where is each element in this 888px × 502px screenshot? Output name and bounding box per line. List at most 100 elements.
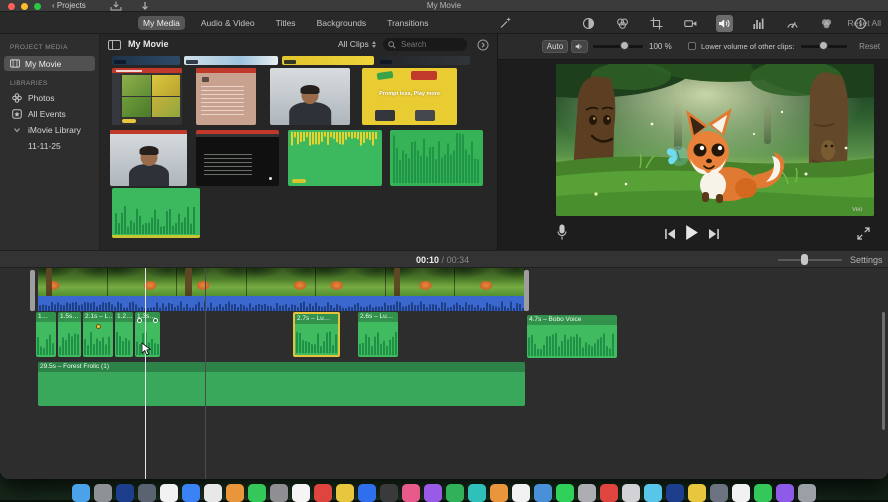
volume-icon[interactable] bbox=[716, 14, 733, 32]
dock-app-icon-30[interactable] bbox=[710, 484, 728, 502]
media-thumbnail-fox-collage[interactable] bbox=[112, 68, 182, 125]
speed-icon[interactable] bbox=[784, 15, 801, 32]
timeline-audio-clip[interactable]: 4.7s – Bobo Voice bbox=[527, 315, 617, 358]
dock-app-icon-4[interactable] bbox=[138, 484, 156, 502]
dock-app-icon-14[interactable] bbox=[358, 484, 376, 502]
media-thumbnail-man2[interactable] bbox=[110, 130, 187, 186]
color-correction-icon[interactable] bbox=[614, 15, 631, 32]
lower-volume-checkbox[interactable] bbox=[688, 42, 696, 50]
crop-icon[interactable] bbox=[648, 15, 665, 32]
sidebar-item-photos[interactable]: Photos bbox=[0, 90, 99, 106]
dock-app-icon-34[interactable] bbox=[798, 484, 816, 502]
dock-app-icon-33[interactable] bbox=[776, 484, 794, 502]
tab-my-media[interactable]: My Media bbox=[138, 16, 185, 30]
reset-button[interactable]: Reset bbox=[859, 42, 880, 51]
dock-app-icon-1[interactable] bbox=[72, 484, 90, 502]
skip-forward-icon[interactable] bbox=[708, 228, 720, 240]
volume-slider[interactable] bbox=[593, 45, 643, 48]
settings-button[interactable]: Settings bbox=[850, 255, 883, 265]
tab-transitions[interactable]: Transitions bbox=[382, 16, 433, 30]
timeline-audio-clip[interactable]: 1.2… bbox=[115, 312, 133, 357]
timeline-audio-clip[interactable]: 2.6s – Lu… bbox=[358, 312, 398, 357]
timeline-audio-clip[interactable]: 1… bbox=[36, 312, 56, 357]
collapse-browser-icon[interactable] bbox=[477, 39, 489, 51]
color-balance-icon[interactable] bbox=[580, 15, 597, 32]
media-thumbnail-wave-top[interactable] bbox=[288, 130, 382, 186]
dock-app-icon-28[interactable] bbox=[666, 484, 684, 502]
dock-app-icon-19[interactable] bbox=[468, 484, 486, 502]
media-thumbnail-doc[interactable] bbox=[196, 68, 256, 125]
dock-app-icon-3[interactable] bbox=[116, 484, 134, 502]
dock-app-icon-10[interactable] bbox=[270, 484, 288, 502]
clip-filter-dropdown[interactable]: All Clips bbox=[338, 39, 376, 49]
dock-app-icon-11[interactable] bbox=[292, 484, 310, 502]
search-input[interactable] bbox=[399, 39, 462, 50]
auto-volume-button[interactable]: Auto bbox=[542, 40, 568, 53]
play-button[interactable] bbox=[683, 224, 700, 241]
timeline-zoom-slider[interactable] bbox=[778, 259, 842, 261]
timeline-zoom-knob[interactable] bbox=[801, 254, 808, 265]
dock-app-icon-12[interactable] bbox=[314, 484, 332, 502]
dock-app-icon-27[interactable] bbox=[644, 484, 662, 502]
media-thumbnail-man[interactable] bbox=[270, 68, 350, 125]
dock-app-icon-21[interactable] bbox=[512, 484, 530, 502]
stabilization-icon[interactable] bbox=[682, 15, 699, 32]
fullscreen-icon[interactable] bbox=[857, 227, 870, 240]
skip-back-icon[interactable] bbox=[664, 228, 676, 240]
media-thumbnail-wave-full[interactable] bbox=[390, 130, 483, 186]
tab-audio-video[interactable]: Audio & Video bbox=[196, 16, 260, 30]
timeline-audio-clip[interactable]: 1.5s… bbox=[58, 312, 81, 357]
timeline-music-clip[interactable]: 29.5s – Forest Frolic (1) bbox=[38, 362, 525, 406]
sidebar-item-all-events[interactable]: All Events bbox=[0, 106, 99, 122]
dock-app-icon-29[interactable] bbox=[688, 484, 706, 502]
mute-button[interactable] bbox=[571, 40, 588, 53]
noise-reduction-icon[interactable] bbox=[750, 15, 767, 32]
voiceover-mic-icon[interactable] bbox=[556, 224, 568, 241]
dock-app-icon-26[interactable] bbox=[622, 484, 640, 502]
dock-app-icon-7[interactable] bbox=[204, 484, 222, 502]
timeline-audio-clip[interactable]: 2.7s – Lu… bbox=[293, 312, 340, 357]
dock-app-icon-32[interactable] bbox=[754, 484, 772, 502]
search-field[interactable] bbox=[383, 38, 467, 51]
dock-app-icon-17[interactable] bbox=[424, 484, 442, 502]
media-thumbnail-sliver-navy[interactable] bbox=[112, 56, 180, 65]
dock-app-icon-8[interactable] bbox=[226, 484, 244, 502]
dock-app-icon-2[interactable] bbox=[94, 484, 112, 502]
dock-app-icon-6[interactable] bbox=[182, 484, 200, 502]
media-thumbnail-terminal[interactable] bbox=[196, 130, 279, 186]
lower-volume-slider-knob[interactable] bbox=[819, 41, 828, 50]
reset-all-button[interactable]: Reset All bbox=[847, 18, 881, 28]
dock-app-icon-13[interactable] bbox=[336, 484, 354, 502]
media-thumbnail-sliver-dark[interactable] bbox=[378, 56, 470, 65]
fade-handle[interactable] bbox=[137, 318, 142, 323]
dock-app-icon-20[interactable] bbox=[490, 484, 508, 502]
dock-app-icon-15[interactable] bbox=[380, 484, 398, 502]
dock-app-icon-25[interactable] bbox=[600, 484, 618, 502]
sidebar-item-11-11-25[interactable]: 11-11-25 bbox=[0, 138, 99, 154]
dock-app-icon-9[interactable] bbox=[248, 484, 266, 502]
volume-dot[interactable] bbox=[95, 324, 101, 329]
dock-app-icon-5[interactable] bbox=[160, 484, 178, 502]
timeline-scrollbar[interactable] bbox=[882, 312, 885, 430]
dock-app-icon-16[interactable] bbox=[402, 484, 420, 502]
sidebar-item-imovie-library[interactable]: iMovie Library bbox=[0, 122, 99, 138]
media-thumbnail-sliver-sky[interactable] bbox=[184, 56, 278, 65]
tab-backgrounds[interactable]: Backgrounds bbox=[312, 16, 372, 30]
media-thumbnail-promo[interactable]: Prompt less, Play more bbox=[362, 68, 457, 125]
media-thumbnail-sliver-yellow[interactable] bbox=[282, 56, 374, 65]
tab-titles[interactable]: Titles bbox=[271, 16, 301, 30]
dock-app-icon-31[interactable] bbox=[732, 484, 750, 502]
effects-icon[interactable] bbox=[818, 15, 835, 32]
sidebar-item-my-movie[interactable]: My Movie bbox=[4, 56, 95, 71]
sidebar-toggle-icon[interactable] bbox=[108, 40, 121, 50]
timeline-audio-clip[interactable]: 2.1s – L… bbox=[83, 312, 113, 357]
dock-app-icon-23[interactable] bbox=[556, 484, 574, 502]
enhance-wand-icon[interactable] bbox=[499, 16, 512, 29]
volume-slider-knob[interactable] bbox=[620, 41, 629, 50]
dock-app-icon-22[interactable] bbox=[534, 484, 552, 502]
dock-app-icon-18[interactable] bbox=[446, 484, 464, 502]
fade-handle[interactable] bbox=[153, 318, 158, 323]
dock-app-icon-24[interactable] bbox=[578, 484, 596, 502]
playhead[interactable] bbox=[145, 268, 146, 479]
media-thumbnail-wave-bottom[interactable] bbox=[112, 188, 200, 238]
